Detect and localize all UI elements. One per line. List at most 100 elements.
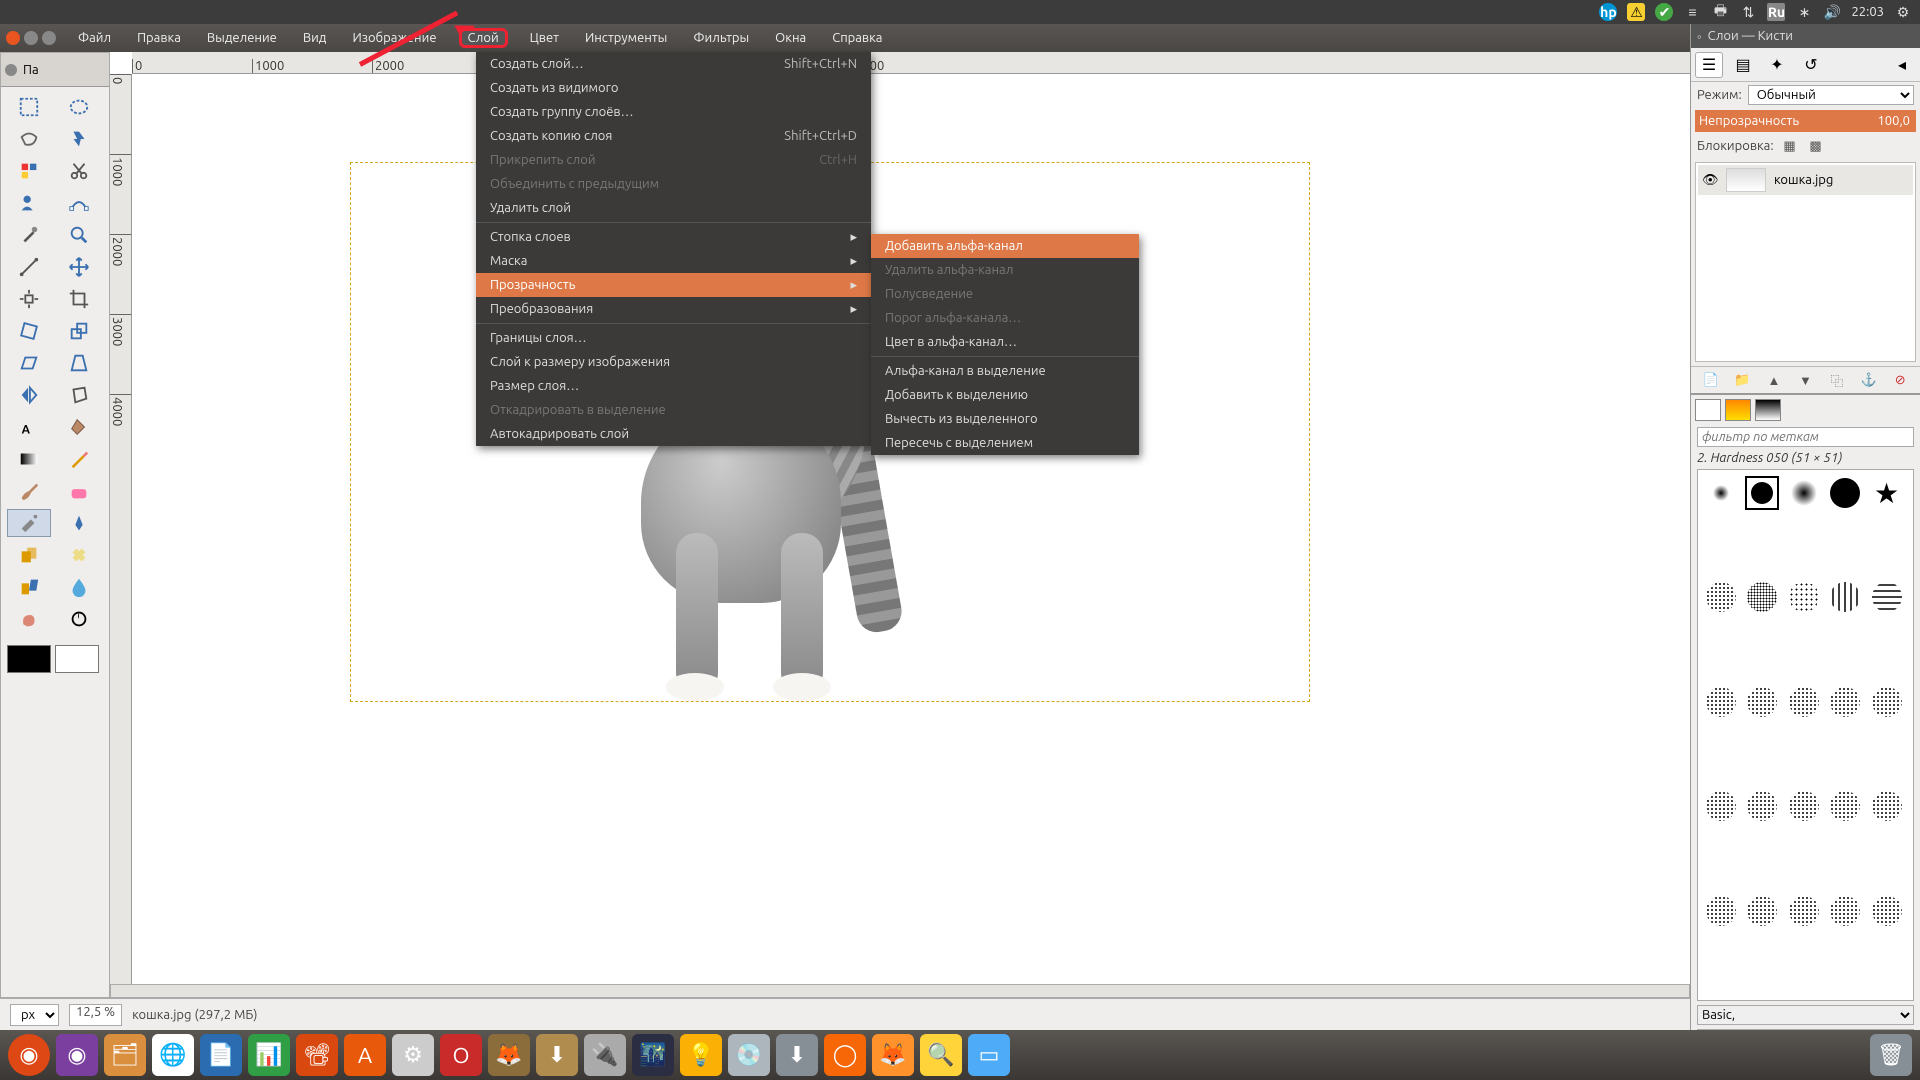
airbrush-tool[interactable]	[7, 509, 51, 537]
dd-item[interactable]: Создать слой…Shift+Ctrl+N	[476, 52, 871, 76]
submenu-item[interactable]: Добавить альфа-канал	[871, 234, 1139, 258]
menu-windows[interactable]: Окна	[771, 29, 810, 47]
blur-tool[interactable]	[57, 573, 101, 601]
dd-item[interactable]: Стопка слоев▸	[476, 225, 871, 249]
clone-tool[interactable]	[7, 541, 51, 569]
app-icon-1[interactable]: ◉	[56, 1034, 98, 1076]
scissors-tool[interactable]	[57, 157, 101, 185]
toolbox-tab-dot[interactable]	[5, 64, 17, 76]
new-group-button[interactable]: 📁	[1732, 371, 1752, 389]
magnify-icon[interactable]: 🔍	[920, 1034, 962, 1076]
color-select-tool[interactable]	[7, 157, 51, 185]
idea-icon[interactable]: 💡	[680, 1034, 722, 1076]
print-icon[interactable]: 🖶	[1711, 3, 1729, 21]
ellipse-select-tool[interactable]	[57, 93, 101, 121]
perspective-clone-tool[interactable]	[7, 573, 51, 601]
blend-tool[interactable]	[7, 445, 51, 473]
impress-icon[interactable]: 📽	[296, 1034, 338, 1076]
eraser-tool[interactable]	[57, 477, 101, 505]
dash-icon[interactable]: ◉	[8, 1034, 50, 1076]
app-icon-2[interactable]: ▭	[968, 1034, 1010, 1076]
anchor-layer-button[interactable]: ⚓	[1859, 371, 1879, 389]
opacity-slider[interactable]: Непрозрачность 100,0	[1695, 110, 1916, 132]
menu-view[interactable]: Вид	[299, 29, 331, 47]
perspective-tool[interactable]	[57, 349, 101, 377]
dodge-tool[interactable]	[57, 605, 101, 633]
zoom-field[interactable]: 12,5 %	[69, 1004, 122, 1026]
horizontal-scrollbar[interactable]	[110, 984, 1690, 998]
unit-select[interactable]: px	[10, 1004, 59, 1026]
fg-color[interactable]	[7, 645, 51, 673]
ok-icon[interactable]: ✔	[1655, 3, 1673, 21]
menu-filters[interactable]: Фильтры	[689, 29, 753, 47]
heal-tool[interactable]	[57, 541, 101, 569]
submenu-item[interactable]: Добавить к выделению	[871, 383, 1139, 407]
stellarium-icon[interactable]: 🌃	[632, 1034, 674, 1076]
settings-icon[interactable]: ⚙	[392, 1034, 434, 1076]
submenu-item[interactable]: Вычесть из выделенного	[871, 407, 1139, 431]
menu-color[interactable]: Цвет	[526, 29, 563, 47]
chrome-icon[interactable]: 🌐	[152, 1034, 194, 1076]
writer-icon[interactable]: 📄	[200, 1034, 242, 1076]
submenu-item[interactable]: Пересечь с выделением	[871, 431, 1139, 455]
menu-tools[interactable]: Инструменты	[581, 29, 671, 47]
delete-layer-button[interactable]: ⊘	[1890, 371, 1910, 389]
submenu-item[interactable]: Цвет в альфа-канал…	[871, 330, 1139, 354]
trash-icon[interactable]: 🗑	[1870, 1034, 1912, 1076]
rect-select-tool[interactable]	[7, 93, 51, 121]
shear-tool[interactable]	[7, 349, 51, 377]
dd-item[interactable]: Создать группу слоёв…	[476, 100, 871, 124]
disc-icon[interactable]: 💿	[728, 1034, 770, 1076]
menu-icon[interactable]: ≡	[1683, 3, 1701, 21]
usb-icon[interactable]: 🔌	[584, 1034, 626, 1076]
keyboard-layout[interactable]: Ru	[1767, 3, 1785, 21]
pencil-tool[interactable]	[57, 445, 101, 473]
foreground-select-tool[interactable]	[7, 189, 51, 217]
power-icon[interactable]: ⚙	[1894, 3, 1912, 21]
paths-tool[interactable]	[57, 189, 101, 217]
crop-tool[interactable]	[57, 285, 101, 313]
lasso-tool[interactable]	[7, 125, 51, 153]
move-tool[interactable]	[57, 253, 101, 281]
dd-item[interactable]: Размер слоя…	[476, 374, 871, 398]
brush-preset-select[interactable]: Basic,	[1697, 1005, 1914, 1025]
brushes-tab[interactable]	[1695, 399, 1721, 421]
brush-filter-input[interactable]	[1697, 427, 1914, 447]
color-picker-tool[interactable]	[7, 221, 51, 249]
dd-item[interactable]: Прозрачность▸	[476, 273, 871, 297]
dock-close-icon[interactable]: ◦	[1697, 29, 1702, 44]
menu-image[interactable]: Изображение	[348, 29, 440, 47]
visibility-icon[interactable]: 👁	[1702, 173, 1718, 188]
minimize-button[interactable]	[24, 31, 38, 45]
align-tool[interactable]	[7, 285, 51, 313]
bucket-fill-tool[interactable]	[57, 413, 101, 441]
mode-select[interactable]: Обычный	[1748, 85, 1914, 105]
dd-item[interactable]: Преобразования▸	[476, 297, 871, 321]
warning-icon[interactable]: ⚠	[1627, 3, 1645, 21]
tab-menu-icon[interactable]: ◂	[1888, 52, 1916, 78]
bg-color[interactable]	[55, 645, 99, 673]
clock[interactable]: 22:03	[1851, 5, 1884, 19]
rotate-tool[interactable]	[7, 317, 51, 345]
calc-icon[interactable]: 📊	[248, 1034, 290, 1076]
lower-layer-button[interactable]: ▼	[1795, 371, 1815, 389]
dd-item[interactable]: Маска▸	[476, 249, 871, 273]
ink-tool[interactable]	[57, 509, 101, 537]
menu-help[interactable]: Справка	[828, 29, 886, 47]
bluetooth-icon[interactable]: ∗	[1795, 3, 1813, 21]
dd-item[interactable]: Создать копию слояShift+Ctrl+D	[476, 124, 871, 148]
software-icon[interactable]: A	[344, 1034, 386, 1076]
download-icon[interactable]: ⬇	[536, 1034, 578, 1076]
menu-file[interactable]: Файл	[74, 29, 115, 47]
scale-tool[interactable]	[57, 317, 101, 345]
dd-item[interactable]: Создать из видимого	[476, 76, 871, 100]
menu-layer[interactable]: Слой	[459, 28, 508, 48]
blender-icon[interactable]: ◯	[824, 1034, 866, 1076]
paths-tab[interactable]: ✦	[1763, 52, 1791, 78]
undo-tab[interactable]: ↺	[1797, 52, 1825, 78]
dd-item[interactable]: Удалить слой	[476, 196, 871, 220]
patterns-tab[interactable]	[1725, 399, 1751, 421]
smudge-tool[interactable]	[7, 605, 51, 633]
color-swatches[interactable]	[1, 639, 109, 679]
lock-pixels-icon[interactable]: ▦	[1780, 137, 1800, 155]
